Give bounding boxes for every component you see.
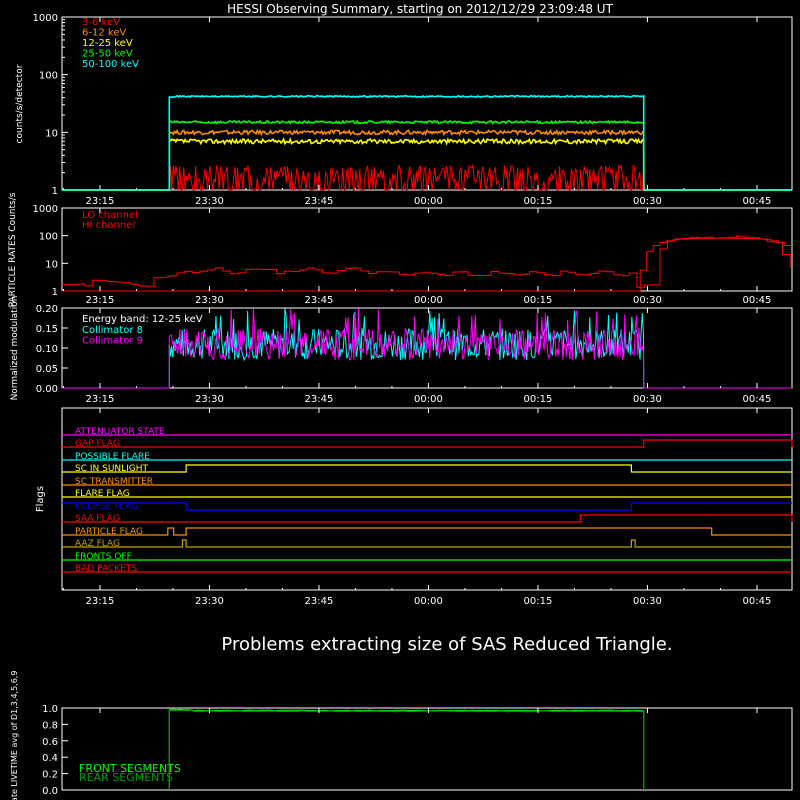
flags-xtick-label: 00:30 bbox=[633, 596, 662, 607]
count-rates-ylabel: counts/s/detector bbox=[15, 64, 25, 143]
flags-label-7: SAA FLAG bbox=[75, 514, 120, 524]
count-rates-ytick-label: 1000 bbox=[33, 13, 58, 24]
particle-rates-xtick-label: 23:45 bbox=[305, 295, 334, 306]
modulation-xtick-label: 00:15 bbox=[524, 394, 553, 405]
flags-label-10: FRONTS OFF bbox=[75, 552, 132, 562]
particle-rates-xtick-label: 23:15 bbox=[86, 295, 115, 306]
modulation-xtick-label: 23:30 bbox=[195, 394, 224, 405]
particle-rates-xtick-label: 23:30 bbox=[195, 295, 224, 306]
count-rates-legend-4: 50-100 keV bbox=[82, 59, 139, 70]
count-rates-xtick-label: 00:15 bbox=[524, 196, 553, 207]
flags-label-4: SC TRANSMITTER bbox=[75, 477, 153, 487]
livetime-ytick-label: 1.0 bbox=[42, 704, 58, 715]
flags-xtick-label: 00:15 bbox=[524, 596, 553, 607]
modulation-legend-1: Collimator 9 bbox=[82, 336, 143, 347]
background bbox=[0, 0, 800, 800]
particle-rates-ytick-label: 1 bbox=[52, 287, 58, 298]
flags-label-9: AAZ FLAG bbox=[75, 539, 120, 549]
flags-ylabel: Flags bbox=[35, 486, 46, 512]
modulation-ytick-label: 0.10 bbox=[36, 344, 58, 355]
modulation-ytick-label: 0.15 bbox=[36, 324, 58, 335]
flags-label-3: SC IN SUNLIGHT bbox=[75, 464, 149, 474]
count-rates-ytick-label: 10 bbox=[45, 128, 58, 139]
flags-label-0: ATTENUATOR STATE bbox=[75, 427, 165, 437]
count-rates-xtick-label: 00:45 bbox=[743, 196, 772, 207]
modulation-xtick-label: 00:45 bbox=[743, 394, 772, 405]
modulation-ytick-label: 0.00 bbox=[36, 384, 58, 395]
flags-xtick-label: 00:45 bbox=[743, 596, 772, 607]
modulation-xtick-label: 23:15 bbox=[86, 394, 115, 405]
modulation-annotation: Energy band: 12-25 keV bbox=[82, 314, 203, 325]
livetime-ytick-label: 0.2 bbox=[42, 770, 58, 781]
modulation-xtick-label: 23:45 bbox=[305, 394, 334, 405]
count-rates-legend-2: 12-25 keV bbox=[82, 38, 133, 49]
livetime-ylabel: Mon. Rate LIVETIME avg of D1,3,4,5,6,9 bbox=[10, 671, 19, 800]
particle-rates-xtick-label: 00:45 bbox=[743, 295, 772, 306]
livetime-legend-1: REAR SEGMENTS bbox=[79, 771, 173, 784]
observing-summary-plot: HESSI Observing Summary, starting on 201… bbox=[0, 0, 800, 800]
count-rates-ytick-label: 1 bbox=[52, 186, 58, 197]
flags-label-11: BAD PACKETS bbox=[75, 564, 137, 574]
flags-label-1: GAP FLAG bbox=[75, 439, 120, 449]
modulation-legend-0: Collimator 8 bbox=[82, 325, 143, 336]
particle-rates-ylabel: PARTICLE RATES Counts/s bbox=[8, 192, 18, 307]
flags-label-5: FLARE FLAG bbox=[75, 489, 130, 499]
modulation-ylabel: Normalized modulation bbox=[10, 296, 20, 401]
flags-xtick-label: 00:00 bbox=[414, 596, 443, 607]
livetime-ytick-label: 0.4 bbox=[42, 753, 58, 764]
flags-xtick-label: 23:15 bbox=[86, 596, 115, 607]
livetime-ytick-label: 0.6 bbox=[42, 737, 58, 748]
flags-xtick-label: 23:45 bbox=[305, 596, 334, 607]
modulation-xtick-label: 00:00 bbox=[414, 394, 443, 405]
count-rates-xtick-label: 00:00 bbox=[414, 196, 443, 207]
count-rates-legend-0: 3-6 keV bbox=[82, 17, 120, 28]
livetime-ytick-label: 0.0 bbox=[42, 786, 58, 797]
flags-xtick-label: 23:30 bbox=[195, 596, 224, 607]
flags-label-8: PARTICLE FLAG bbox=[75, 527, 143, 537]
status-message: Problems extracting size of SAS Reduced … bbox=[221, 634, 672, 655]
modulation-ytick-label: 0.05 bbox=[36, 364, 58, 375]
count-rates-xtick-label: 23:15 bbox=[86, 196, 115, 207]
flags-label-6: ECLIPSE FLAG bbox=[75, 502, 138, 512]
particle-rates-xtick-label: 00:00 bbox=[414, 295, 443, 306]
chart-title: HESSI Observing Summary, starting on 201… bbox=[227, 2, 613, 16]
particle-rates-xtick-label: 00:30 bbox=[633, 295, 662, 306]
modulation-xtick-label: 00:30 bbox=[633, 394, 662, 405]
particle-rates-xtick-label: 00:15 bbox=[524, 295, 553, 306]
count-rates-xtick-label: 00:30 bbox=[633, 196, 662, 207]
count-rates-xtick-label: 23:45 bbox=[305, 196, 334, 207]
particle-rates-ytick-label: 10 bbox=[45, 259, 58, 270]
particle-rates-ytick-label: 100 bbox=[39, 232, 58, 243]
count-rates-legend-1: 6-12 keV bbox=[82, 28, 126, 39]
flags-label-2: POSSIBLE FLARE bbox=[75, 452, 150, 462]
count-rates-ytick-label: 100 bbox=[39, 71, 58, 82]
particle-rates-legend-1: HI channel bbox=[82, 220, 135, 231]
particle-rates-ytick-label: 1000 bbox=[33, 204, 58, 215]
count-rates-xtick-label: 23:30 bbox=[195, 196, 224, 207]
modulation-ytick-label: 0.20 bbox=[36, 304, 58, 315]
livetime-ytick-label: 0.8 bbox=[42, 720, 58, 731]
count-rates-legend-3: 25-50 keV bbox=[82, 49, 133, 60]
